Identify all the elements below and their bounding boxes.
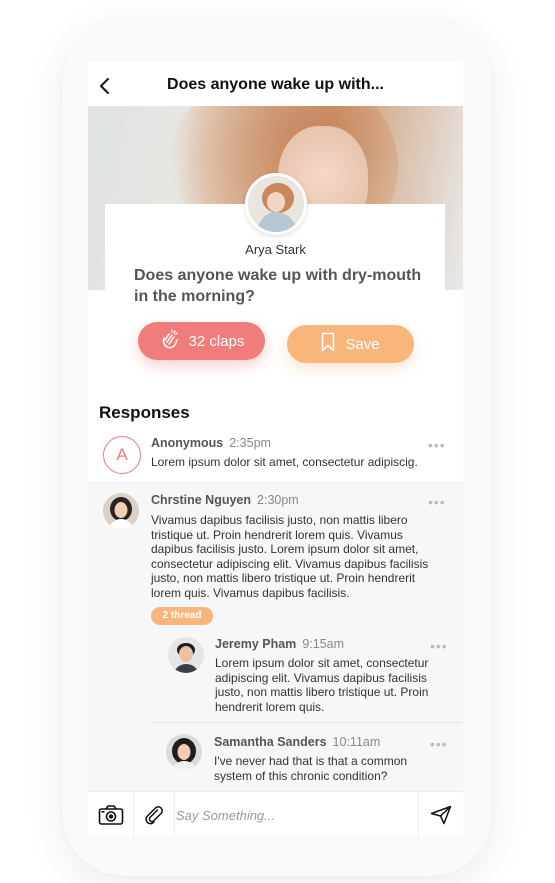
more-icon[interactable]: ••• (430, 639, 448, 653)
comment-author-name: Jeremy Pham (215, 637, 297, 651)
responses-heading: Responses (99, 403, 190, 422)
save-label: Save (345, 335, 380, 353)
composer-bar (88, 791, 463, 836)
comment-author-name: Anonymous (151, 436, 224, 450)
comment-author: Samantha Sanders 10:11am (214, 735, 380, 749)
separator (174, 792, 175, 836)
more-icon[interactable]: ••• (428, 438, 446, 452)
comment-author: Chrstine Nguyen 2:30pm (151, 493, 299, 507)
claps-button[interactable]: 32 claps (138, 322, 265, 360)
comment-author-name: Chrstine Nguyen (151, 493, 252, 507)
camera-icon[interactable] (88, 792, 133, 836)
header: Does anyone wake up with... (88, 62, 463, 106)
comment-text: Vivamus dapibus facilisis justo, non mat… (151, 513, 429, 600)
comment-text: Lorem ipsum dolor sit amet, consectetur … (151, 455, 418, 469)
more-icon[interactable]: ••• (428, 495, 446, 509)
anonymous-avatar: A (103, 436, 141, 474)
comment-text: I've never had that is that a common sys… (214, 754, 408, 783)
send-icon[interactable] (419, 792, 463, 836)
save-button[interactable]: Save (287, 325, 414, 363)
bookmark-icon (321, 332, 335, 356)
comment-time: 10:11am (332, 735, 381, 749)
comment-time: 9:15am (302, 637, 345, 651)
page-title: Does anyone wake up with... (167, 76, 384, 93)
thread-count-button[interactable]: 2 thread (151, 607, 213, 625)
comment-time: 2:35pm (229, 436, 271, 450)
claps-label: 32 claps (188, 332, 245, 350)
post-question: Does anyone wake up with dry-mouth in th… (134, 267, 422, 305)
clap-icon (159, 328, 181, 354)
avatar[interactable] (166, 734, 202, 770)
author-name[interactable]: Arya Stark (88, 242, 463, 257)
author-avatar[interactable] (245, 173, 307, 235)
paperclip-icon[interactable] (134, 792, 174, 836)
more-icon[interactable]: ••• (430, 737, 448, 751)
back-chevron-icon[interactable] (96, 76, 114, 96)
avatar[interactable] (103, 493, 139, 529)
divider (151, 722, 463, 723)
app-screen: Does anyone wake up with... Arya Stark D… (88, 62, 463, 836)
avatar[interactable] (168, 637, 204, 673)
comment-time: 2:30pm (257, 493, 299, 507)
comment-author: Jeremy Pham 9:15am (215, 637, 344, 651)
message-input[interactable] (176, 800, 416, 830)
comment-author-name: Samantha Sanders (214, 735, 327, 749)
comment-author: Anonymous 2:35pm (151, 436, 271, 450)
comment-text: Lorem ipsum dolor sit amet, consectetur … (215, 656, 429, 714)
